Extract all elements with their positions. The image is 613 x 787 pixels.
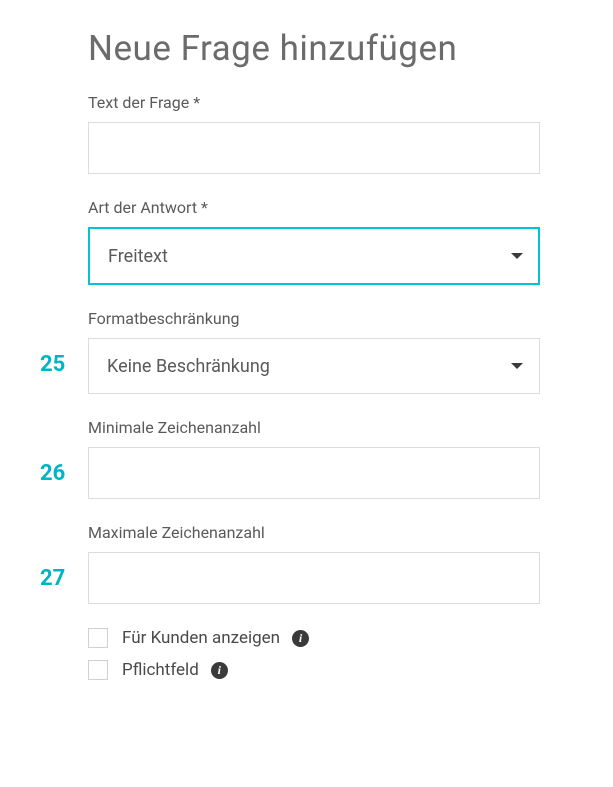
field-answer-type: Art der Antwort * Freitext [88,198,545,285]
input-min-chars[interactable] [88,447,540,499]
input-max-chars[interactable] [88,552,540,604]
checkbox-show-customers[interactable] [88,628,108,648]
field-min-chars: Minimale Zeichenanzahl 26 [88,418,545,499]
label-answer-type: Art der Antwort * [88,198,545,217]
label-min-chars: Minimale Zeichenanzahl [88,418,545,437]
input-question-text[interactable] [88,122,540,174]
field-question-text: Text der Frage * [88,93,545,174]
form-container: Neue Frage hinzufügen Text der Frage * A… [0,0,545,680]
label-question-text: Text der Frage * [88,93,545,112]
label-show-customers: Für Kunden anzeigen [122,628,280,648]
page-title: Neue Frage hinzufügen [88,28,545,69]
select-format-restriction[interactable]: 25 Keine Beschränkung [88,338,540,394]
select-answer-type[interactable]: Freitext [88,227,540,285]
label-format-restriction: Formatbeschränkung [88,309,545,328]
field-max-chars: Maximale Zeichenanzahl 27 [88,523,545,604]
checkbox-required[interactable] [88,660,108,680]
select-value-format-restriction: Keine Beschränkung [88,338,540,394]
select-value-answer-type: Freitext [88,227,540,285]
annotation-27: 27 [40,566,65,591]
checkbox-row-show-customers: Für Kunden anzeigen i [88,628,545,648]
field-format-restriction: Formatbeschränkung 25 Keine Beschränkung [88,309,545,394]
annotation-25: 25 [40,352,65,377]
info-icon[interactable]: i [211,662,228,679]
label-required: Pflichtfeld [122,660,199,680]
checkbox-row-required: Pflichtfeld i [88,660,545,680]
label-max-chars: Maximale Zeichenanzahl [88,523,545,542]
annotation-26: 26 [40,461,65,486]
info-icon[interactable]: i [292,630,309,647]
